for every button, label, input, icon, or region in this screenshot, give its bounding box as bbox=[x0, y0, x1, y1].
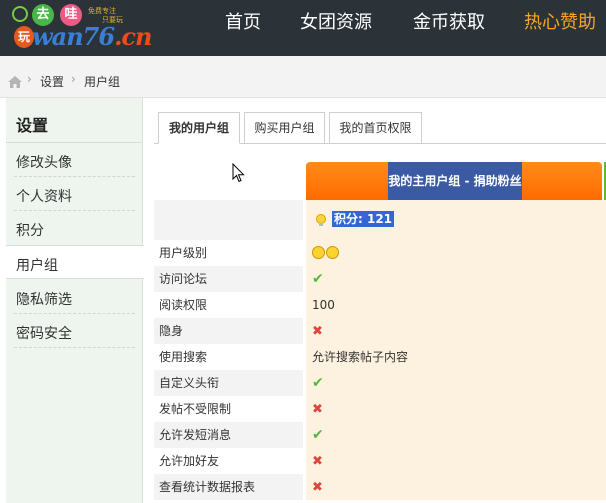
permission-value bbox=[306, 240, 606, 266]
sidebar-item-profile[interactable]: 个人资料 bbox=[6, 177, 143, 211]
breadcrumb-separator-icon: › bbox=[27, 72, 32, 86]
sidebar-item-label: 密码安全 bbox=[16, 326, 72, 342]
table-row: 允许发短消息 ✔ bbox=[154, 422, 606, 448]
sidebar-item-change-avatar[interactable]: 修改头像 bbox=[6, 143, 143, 177]
permission-value: ✖ bbox=[306, 474, 606, 500]
permission-label: 隐身 bbox=[154, 318, 303, 344]
permission-value: ✖ bbox=[306, 448, 606, 474]
logo-wordmark: wan76.cn bbox=[32, 22, 152, 51]
cross-icon: ✖ bbox=[312, 402, 323, 417]
tab-my-user-group[interactable]: 我的用户组 bbox=[158, 112, 240, 144]
nav-get-coins[interactable]: 金币获取 bbox=[413, 12, 485, 34]
logo-ring-icon bbox=[12, 6, 28, 22]
credits-label-cell bbox=[154, 200, 303, 240]
table-row: 使用搜索 允许搜索帖子内容 bbox=[154, 344, 606, 370]
logo-slogan-line-1: 免费专注 bbox=[88, 7, 116, 15]
sidebar-title: 设置 bbox=[16, 116, 49, 135]
table-row: 发帖不受限制 ✖ bbox=[154, 396, 606, 422]
nav-girl-group-resources[interactable]: 女团资源 bbox=[300, 12, 372, 34]
permission-label: 查看统计数据报表 bbox=[154, 474, 303, 500]
table-row: 访问论坛 ✔ bbox=[154, 266, 606, 292]
permission-label: 用户级别 bbox=[154, 240, 303, 266]
user-group-column-header: 我的主用户组 - 捐助粉丝 bbox=[306, 162, 602, 200]
permission-value: ✖ bbox=[306, 318, 606, 344]
table-row: 隐身 ✖ bbox=[154, 318, 606, 344]
breadcrumb-separator-icon: › bbox=[71, 72, 76, 86]
sidebar-item-privacy-filter[interactable]: 隐私筛选 bbox=[6, 280, 143, 314]
sidebar-item-credits[interactable]: 积分 bbox=[6, 211, 143, 245]
permission-value: ✖ bbox=[306, 396, 606, 422]
permission-label: 访问论坛 bbox=[154, 266, 303, 292]
site-logo[interactable]: 去 哇 玩 免费专注 只要玩 wan76.cn bbox=[10, 4, 160, 52]
check-icon: ✔ bbox=[312, 375, 324, 391]
logo-char-play: 玩 bbox=[14, 26, 34, 48]
lightbulb-icon bbox=[316, 214, 326, 226]
sidebar-item-password-security[interactable]: 密码安全 bbox=[6, 314, 143, 348]
table-row: 阅读权限 100 bbox=[154, 292, 606, 318]
permission-value: 100 bbox=[306, 292, 606, 318]
permission-value: ✔ bbox=[306, 422, 606, 448]
table-row: 用户级别 bbox=[154, 240, 606, 266]
table-row: 允许加好友 ✖ bbox=[154, 448, 606, 474]
permission-value: ✔ bbox=[306, 370, 606, 396]
sidebar-item-label: 隐私筛选 bbox=[16, 292, 72, 308]
check-icon: ✔ bbox=[312, 271, 324, 287]
cross-icon: ✖ bbox=[312, 480, 323, 495]
breadcrumb-settings[interactable]: 设置 bbox=[40, 73, 64, 90]
permission-label: 发帖不受限制 bbox=[154, 396, 303, 422]
permission-label: 阅读权限 bbox=[154, 292, 303, 318]
permission-label: 使用搜索 bbox=[154, 344, 303, 370]
permission-label: 允许发短消息 bbox=[154, 422, 303, 448]
breadcrumb: › 设置 › 用户组 bbox=[0, 56, 606, 98]
permission-value: ✔ bbox=[306, 266, 606, 292]
table-row: 自定义头衔 ✔ bbox=[154, 370, 606, 396]
permission-value: 允许搜索帖子内容 bbox=[306, 344, 606, 370]
sidebar-item-user-group[interactable]: 用户组 bbox=[6, 245, 144, 279]
smiley-icon bbox=[326, 246, 339, 259]
nav-home[interactable]: 首页 bbox=[225, 12, 261, 34]
settings-sidebar: 设置 修改头像 个人资料 积分 用户组 隐私筛选 密码安全 bbox=[6, 98, 144, 503]
logo-wordmark-text: wan76 bbox=[32, 22, 115, 51]
check-icon: ✔ bbox=[312, 427, 324, 443]
mouse-cursor-icon bbox=[232, 163, 245, 183]
cross-icon: ✖ bbox=[312, 454, 323, 469]
logo-wordmark-tld: .cn bbox=[114, 22, 152, 51]
nav-sponsor[interactable]: 热心赞助 bbox=[524, 12, 596, 34]
home-icon[interactable] bbox=[8, 76, 22, 88]
permission-label: 自定义头衔 bbox=[154, 370, 303, 396]
sidebar-item-label: 个人资料 bbox=[16, 189, 72, 205]
cross-icon: ✖ bbox=[312, 324, 323, 339]
permission-value-text: 100 bbox=[312, 298, 335, 312]
breadcrumb-user-group: 用户组 bbox=[84, 75, 121, 89]
tab-homepage-permissions[interactable]: 我的首页权限 bbox=[329, 112, 422, 144]
top-navigation-bar: 去 哇 玩 免费专注 只要玩 wan76.cn 首页 女团资源 金币获取 热心赞… bbox=[0, 0, 606, 56]
smiley-icon bbox=[312, 246, 325, 259]
table-row: 查看统计数据报表 ✖ bbox=[154, 474, 606, 500]
sidebar-item-label: 积分 bbox=[16, 223, 44, 239]
credits-value-cell: 积分: 121 bbox=[306, 200, 606, 240]
permission-label: 允许加好友 bbox=[154, 448, 303, 474]
tab-buy-user-group[interactable]: 购买用户组 bbox=[244, 112, 325, 144]
sidebar-item-label: 修改头像 bbox=[16, 155, 72, 171]
user-group-title: 我的主用户组 - 捐助粉丝 bbox=[388, 162, 522, 200]
permission-value-text: 允许搜索帖子内容 bbox=[312, 350, 409, 364]
credits-value: 积分: 121 bbox=[332, 211, 395, 227]
sidebar-item-label: 用户组 bbox=[16, 258, 58, 274]
divider bbox=[14, 347, 135, 348]
